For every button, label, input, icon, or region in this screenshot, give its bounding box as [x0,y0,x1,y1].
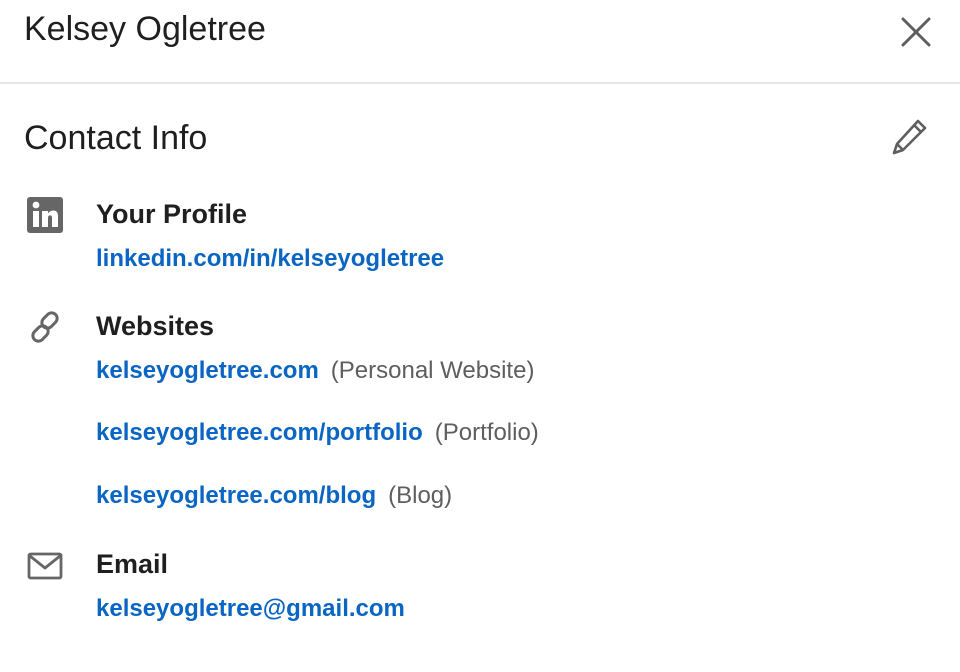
email-link[interactable]: kelseyogletree@gmail.com [96,595,405,622]
contact-info-dialog: Kelsey Ogletree Contact Info Your Profil… [0,0,960,672]
edit-contact-button[interactable] [886,114,932,160]
dialog-header: Kelsey Ogletree [0,0,960,84]
dialog-title: Kelsey Ogletree [24,10,266,48]
email-heading: Email [96,549,169,579]
close-icon [901,17,931,47]
website-link-personal[interactable]: kelseyogletree.com [96,357,319,384]
envelope-icon [26,547,64,585]
website-link-portfolio[interactable]: kelseyogletree.com/portfolio [96,419,423,446]
website-item: kelseyogletree.com (Personal Website) [96,355,534,387]
profile-link[interactable]: linkedin.com/in/kelseyogletree [96,245,444,272]
section-title: Contact Info [24,119,208,157]
close-button[interactable] [896,12,936,52]
website-type-label: (Personal Website) [330,357,535,384]
profile-link-line: linkedin.com/in/kelseyogletree [96,243,444,275]
website-type-label: (Portfolio) [434,419,539,446]
email-link-line: kelseyogletree@gmail.com [96,593,405,625]
pencil-icon [892,119,927,155]
linkedin-icon [26,196,64,234]
website-link-blog[interactable]: kelseyogletree.com/blog [96,482,376,509]
link-icon [26,308,64,346]
website-item: kelseyogletree.com/portfolio (Portfolio) [96,417,539,449]
websites-heading: Websites [96,311,215,341]
profile-heading: Your Profile [96,199,248,229]
website-item: kelseyogletree.com/blog (Blog) [96,480,452,512]
website-type-label: (Blog) [388,482,453,509]
